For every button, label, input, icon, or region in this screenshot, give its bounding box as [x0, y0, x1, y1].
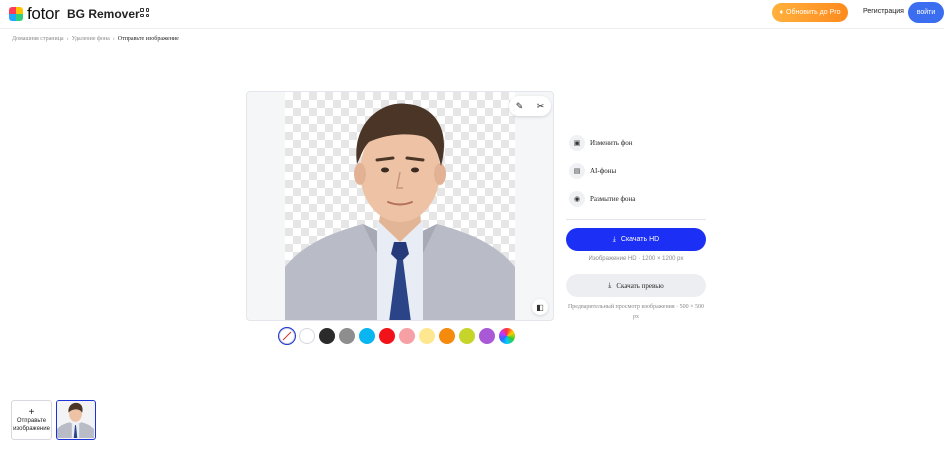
compare-icon[interactable]: ◧	[532, 299, 548, 315]
magic-icon[interactable]: ✂	[537, 101, 545, 112]
apps-grid-icon[interactable]	[140, 8, 149, 17]
background-color-swatches	[279, 328, 515, 344]
color-swatch[interactable]	[339, 328, 355, 344]
edit-options: ▣ Изменить фон ▤ AI-фоны ◉ Размытие фона	[569, 135, 635, 219]
color-swatch[interactable]	[379, 328, 395, 344]
download-preview-button[interactable]: ⤓ Скачать превью	[566, 274, 706, 297]
result-image	[285, 92, 515, 320]
option-ai-backgrounds[interactable]: ▤ AI-фоны	[569, 163, 635, 179]
download-icon: ⤓	[608, 281, 612, 289]
download-hd-label: Скачать HD	[620, 236, 660, 243]
color-swatch[interactable]	[299, 328, 315, 344]
preview-info: Предварительный просмотр изображения · 5…	[567, 304, 705, 320]
option-label: AI-фоны	[590, 167, 617, 175]
chevron-right-icon: ›	[66, 36, 69, 42]
option-blur-background[interactable]: ◉ Размытие фона	[569, 191, 635, 207]
product-name: BG Remover	[67, 7, 140, 21]
color-swatch[interactable]	[439, 328, 455, 344]
diamond-icon: ♦	[779, 9, 784, 16]
color-swatch[interactable]	[419, 328, 435, 344]
brush-icon[interactable]: ✎	[516, 101, 524, 112]
logo-mark-icon	[9, 7, 23, 21]
logo-text: fotor	[27, 4, 60, 23]
breadcrumb-bg-remover[interactable]: Удаление фона	[72, 36, 110, 42]
download-hd-button[interactable]: ⤓ Скачать HD	[566, 228, 706, 251]
option-label: Размытие фона	[590, 195, 636, 203]
color-swatch[interactable]	[499, 328, 515, 344]
option-change-background[interactable]: ▣ Изменить фон	[569, 135, 635, 151]
plus-icon: +	[28, 406, 35, 418]
upload-label-2: изображение	[13, 425, 50, 432]
upload-label-1: Отправьте	[16, 417, 47, 424]
upgrade-button[interactable]: ♦ Обновить до Pro	[772, 3, 848, 22]
top-bar: fotor BG Remover ♦ Обновить до Pro Регис…	[0, 0, 944, 29]
breadcrumb: Домашняя страница › Удаление фона › Отпр…	[12, 36, 179, 42]
register-link[interactable]: Регистрация	[863, 8, 904, 15]
background-icon: ▣	[569, 135, 585, 151]
download-icon: ⤓	[612, 235, 616, 243]
color-swatch[interactable]	[319, 328, 335, 344]
color-swatch[interactable]	[359, 328, 375, 344]
image-thumbnail[interactable]	[56, 400, 96, 440]
ai-icon: ▤	[569, 163, 585, 179]
color-swatch[interactable]	[279, 328, 295, 344]
option-label: Изменить фон	[590, 139, 633, 147]
upload-image-button[interactable]: + Отправьте изображение	[11, 400, 52, 440]
divider	[566, 219, 706, 220]
color-swatch[interactable]	[479, 328, 495, 344]
color-swatch[interactable]	[399, 328, 415, 344]
chevron-right-icon: ›	[112, 36, 115, 42]
blur-icon: ◉	[569, 191, 585, 207]
hd-info: Изображение HD · 1200 × 1200 px	[588, 256, 684, 262]
breadcrumb-home[interactable]: Домашняя страница	[12, 36, 64, 42]
color-swatch[interactable]	[459, 328, 475, 344]
person-cutout	[285, 103, 515, 320]
tool-pill: ✎ ✂	[509, 96, 551, 116]
thumbnail-person	[57, 401, 94, 438]
upgrade-label: Обновить до Pro	[786, 9, 841, 16]
login-button[interactable]: войти	[908, 2, 944, 23]
image-canvas[interactable]: ✎ ✂ ◧	[246, 91, 554, 321]
breadcrumb-current: Отправьте изображение	[117, 36, 179, 42]
download-preview-label: Скачать превью	[616, 281, 664, 290]
fotor-logo[interactable]: fotor	[9, 4, 60, 23]
